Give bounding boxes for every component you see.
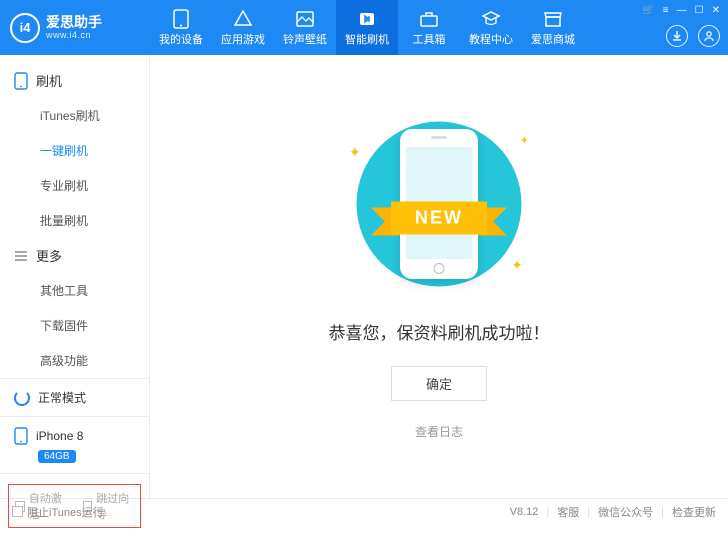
sidebar-group-title: 刷机 (36, 71, 62, 90)
logo-icon: i4 (10, 13, 40, 43)
store-icon (542, 9, 564, 29)
checkbox-icon (12, 506, 23, 517)
support-link[interactable]: 客服 (557, 504, 579, 520)
nav-label: 应用游戏 (221, 31, 265, 47)
sidebar-group-flash[interactable]: 刷机 (0, 63, 149, 98)
user-button[interactable] (698, 25, 720, 47)
maximize-icon[interactable]: ☐ (695, 5, 704, 16)
sidebar-group-title: 更多 (36, 246, 62, 265)
media-icon (294, 9, 316, 29)
nav-tab-store[interactable]: 爱思商城 (522, 0, 584, 55)
download-button[interactable] (666, 25, 688, 47)
ribbon-text: NEW (391, 201, 487, 234)
nav-label: 智能刷机 (345, 31, 389, 47)
sparkle-icon: ✦ (349, 144, 361, 161)
apps-icon (232, 9, 254, 29)
window-controls: 🛒 ≡ — ☐ ✕ (642, 5, 720, 16)
menu-icon[interactable]: ≡ (663, 5, 669, 16)
nav-label: 教程中心 (469, 31, 513, 47)
device-panel[interactable]: iPhone 8 64GB (0, 416, 149, 473)
flash-icon (356, 9, 378, 29)
block-itunes-checkbox[interactable]: 阻止iTunes运行 (12, 504, 104, 520)
refresh-icon (14, 390, 30, 406)
sidebar-item-advanced[interactable]: 高级功能 (0, 343, 149, 378)
minimize-icon[interactable]: — (677, 5, 687, 16)
separator: | (546, 506, 549, 518)
close-icon[interactable]: ✕ (712, 5, 720, 16)
content-area: ✦ ✦ ✦ NEW 恭喜您，保资料刷机成功啦！ 确定 查看日志 (150, 55, 728, 498)
success-message: 恭喜您，保资料刷机成功啦！ (329, 319, 550, 344)
app-url: www.i4.cn (46, 30, 102, 40)
sidebar-item-batch-flash[interactable]: 批量刷机 (0, 203, 149, 238)
sparkle-icon: ✦ (511, 257, 523, 274)
nav-tab-flash[interactable]: 智能刷机 (336, 0, 398, 55)
sidebar: 刷机 iTunes刷机 一键刷机 专业刷机 批量刷机 更多 其他工具 下载固件 … (0, 55, 150, 498)
logo-area: i4 爱思助手 www.i4.cn (0, 13, 150, 43)
toolbox-icon (418, 9, 440, 29)
view-log-link[interactable]: 查看日志 (415, 423, 463, 440)
update-link[interactable]: 检查更新 (672, 504, 716, 520)
device-icon (170, 9, 192, 29)
ok-button[interactable]: 确定 (391, 366, 487, 401)
version-label: V8.12 (510, 506, 539, 518)
nav-tab-toolbox[interactable]: 工具箱 (398, 0, 460, 55)
separator: | (661, 506, 664, 518)
nav-tab-device[interactable]: 我的设备 (150, 0, 212, 55)
new-ribbon: NEW (391, 201, 487, 234)
sidebar-item-pro-flash[interactable]: 专业刷机 (0, 168, 149, 203)
nav-label: 工具箱 (413, 31, 446, 47)
sidebar-group-more[interactable]: 更多 (0, 238, 149, 273)
menu-lines-icon (14, 249, 28, 263)
app-name: 爱思助手 (46, 15, 102, 30)
app-header: i4 爱思助手 www.i4.cn 我的设备 应用游戏 铃声壁纸 智能刷机 工具… (0, 0, 728, 55)
storage-badge: 64GB (38, 450, 76, 463)
nav-label: 我的设备 (159, 31, 203, 47)
nav-tab-media[interactable]: 铃声壁纸 (274, 0, 336, 55)
nav-label: 爱思商城 (531, 31, 575, 47)
separator: | (587, 506, 590, 518)
sidebar-item-other-tools[interactable]: 其他工具 (0, 273, 149, 308)
wechat-link[interactable]: 微信公众号 (598, 504, 653, 520)
nav-label: 铃声壁纸 (283, 31, 327, 47)
nav-tabs: 我的设备 应用游戏 铃声壁纸 智能刷机 工具箱 教程中心 爱思商城 (150, 0, 728, 55)
sidebar-item-onekey-flash[interactable]: 一键刷机 (0, 133, 149, 168)
cart-icon[interactable]: 🛒 (642, 5, 654, 16)
success-illustration: ✦ ✦ ✦ NEW (339, 114, 539, 294)
device-name: iPhone 8 (36, 429, 83, 443)
sparkle-icon: ✦ (520, 134, 529, 147)
checkbox-label: 阻止iTunes运行 (27, 504, 104, 520)
mode-label: 正常模式 (38, 389, 86, 406)
phone-icon (14, 427, 28, 445)
mode-status[interactable]: 正常模式 (0, 378, 149, 416)
phone-outline-icon (14, 72, 28, 90)
tutorial-icon (480, 9, 502, 29)
nav-tab-apps[interactable]: 应用游戏 (212, 0, 274, 55)
nav-tab-tutorial[interactable]: 教程中心 (460, 0, 522, 55)
sidebar-item-itunes-flash[interactable]: iTunes刷机 (0, 98, 149, 133)
header-action-btns (666, 25, 720, 47)
sidebar-item-download-fw[interactable]: 下载固件 (0, 308, 149, 343)
